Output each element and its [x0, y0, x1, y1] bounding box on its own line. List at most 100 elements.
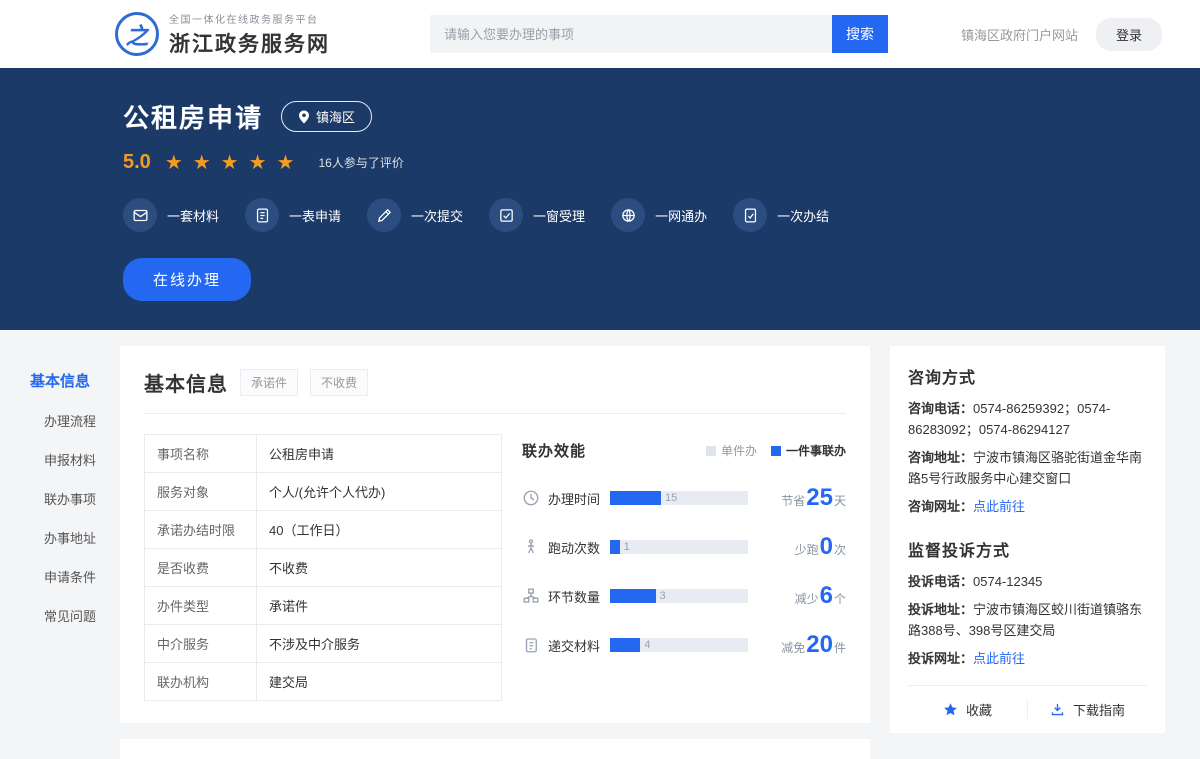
field-label: 投诉地址：	[908, 602, 973, 617]
info-value: 40（工作日）	[257, 511, 502, 549]
info-label: 承诺办结时限	[145, 511, 257, 549]
documents-icon	[522, 636, 540, 654]
info-value: 建交局	[257, 663, 502, 701]
bar-fill	[610, 638, 640, 652]
search-input[interactable]	[430, 15, 832, 53]
divider	[144, 413, 846, 414]
rating-count: 16人参与了评价	[318, 154, 403, 171]
info-value: 个人/(允许个人代办)	[257, 473, 502, 511]
bar-value: 4	[644, 639, 650, 651]
efficiency-row-materials: 递交材料 4 减免20件	[522, 633, 846, 657]
consult-address-row: 咨询地址：宁波市镇海区骆驼街道金华南路5号行政服务中心建交窗口	[908, 447, 1147, 490]
table-row: 中介服务不涉及中介服务	[145, 625, 502, 663]
saving-prefix: 减少	[795, 590, 819, 607]
download-guide-button[interactable]: 下载指南	[1027, 700, 1147, 719]
saving-value: 25	[806, 486, 833, 510]
nav-item-joint-items[interactable]: 联办事项	[30, 489, 100, 508]
content-column: 基本信息 承诺件 不收费 事项名称公租房申请 服务对象个人/(允许个人代办) 承…	[120, 346, 870, 759]
location-pin-icon	[298, 110, 310, 124]
contact-card: 咨询方式 咨询电话：0574-86259392；0574-86283092；05…	[890, 346, 1165, 733]
nav-item-process[interactable]: 办理流程	[30, 411, 100, 430]
badge-promise: 承诺件	[240, 369, 298, 396]
legend-label: 一件事联办	[786, 442, 846, 459]
saving-unit: 次	[834, 541, 846, 558]
efficiency-bar: 4	[610, 638, 748, 652]
rating-score: 5.0	[123, 151, 151, 174]
info-label: 是否收费	[145, 549, 257, 587]
download-icon	[1050, 702, 1065, 717]
bar-fill	[610, 540, 620, 554]
legend-single: 单件办	[706, 442, 757, 459]
saving-text: 减少6个	[795, 584, 846, 608]
star-icon	[943, 702, 958, 717]
efficiency-label: 递交材料	[548, 636, 610, 655]
info-label: 服务对象	[145, 473, 257, 511]
field-value: 0574-12345	[973, 574, 1042, 589]
saving-prefix: 节省	[781, 492, 805, 509]
bar-value: 3	[660, 590, 666, 602]
info-label: 联办机构	[145, 663, 257, 701]
efficiency-bar: 15	[610, 491, 748, 505]
feature-list: 一套材料 一表申请 一次提交 一窗受理 一网通办	[123, 198, 1200, 232]
download-label: 下载指南	[1073, 700, 1125, 719]
efficiency-label: 办理时间	[548, 489, 610, 508]
search-button[interactable]: 搜索	[832, 15, 888, 53]
field-label: 投诉电话：	[908, 574, 973, 589]
table-row: 联办机构建交局	[145, 663, 502, 701]
feature-label: 一次办结	[777, 206, 829, 225]
favorite-button[interactable]: 收藏	[908, 700, 1027, 719]
info-label: 事项名称	[145, 435, 257, 473]
feature-label: 一表申请	[289, 206, 341, 225]
rating-row: 5.0 ★★★★★ 16人参与了评价	[123, 151, 1200, 174]
complaint-title: 监督投诉方式	[908, 537, 1147, 561]
saving-value: 20	[806, 633, 833, 657]
hero-banner: 公租房申请 镇海区 5.0 ★★★★★ 16人参与了评价 一套材料 一表申请	[0, 68, 1200, 330]
saving-unit: 天	[834, 492, 846, 509]
consult-title: 咨询方式	[908, 364, 1147, 388]
portal-link[interactable]: 镇海区政府门户网站	[961, 25, 1078, 44]
complaint-website-link[interactable]: 点此前往	[973, 651, 1025, 666]
login-button[interactable]: 登录	[1096, 18, 1162, 51]
feature-item: 一次办结	[733, 198, 829, 232]
efficiency-label: 跑动次数	[548, 538, 610, 557]
efficiency-row-trips: 跑动次数 1 少跑0次	[522, 535, 846, 559]
consult-website-link[interactable]: 点此前往	[973, 499, 1025, 514]
nav-item-faq[interactable]: 常见问题	[30, 606, 100, 625]
table-row: 服务对象个人/(允许个人代办)	[145, 473, 502, 511]
consult-phone-row: 咨询电话：0574-86259392；0574-86283092；0574-86…	[908, 398, 1147, 441]
basic-info-table: 事项名称公租房申请 服务对象个人/(允许个人代办) 承诺办结时限40（工作日） …	[144, 434, 502, 701]
district-tag: 镇海区	[281, 101, 372, 132]
nodes-icon	[522, 587, 540, 605]
field-label: 咨询电话：	[908, 401, 973, 416]
basic-info-title: 基本信息	[144, 368, 228, 397]
logo-icon: 之	[115, 12, 159, 56]
feature-label: 一窗受理	[533, 206, 585, 225]
info-value: 公租房申请	[257, 435, 502, 473]
info-value: 不收费	[257, 549, 502, 587]
panel-actions: 收藏 下载指南	[908, 685, 1147, 733]
badge-free: 不收费	[310, 369, 368, 396]
right-panel: 咨询方式 咨询电话：0574-86259392；0574-86283092；05…	[890, 346, 1165, 733]
page-title: 公租房申请	[123, 98, 263, 135]
nav-item-address[interactable]: 办事地址	[30, 528, 100, 547]
nav-item-conditions[interactable]: 申请条件	[30, 567, 100, 586]
envelope-icon	[123, 198, 157, 232]
form-icon	[245, 198, 279, 232]
site-logo[interactable]: 之 全国一体化在线政务服务平台 浙江政务服务网	[115, 11, 330, 58]
complaint-phone-row: 投诉电话：0574-12345	[908, 571, 1147, 592]
nav-item-basic-info[interactable]: 基本信息	[30, 370, 100, 391]
bar-fill	[610, 491, 661, 505]
section-nav: 基本信息 办理流程 申报材料 联办事项 办事地址 申请条件 常见问题	[30, 346, 100, 645]
saving-text: 节省25天	[781, 486, 846, 510]
info-label: 办件类型	[145, 587, 257, 625]
legend-swatch-blue	[771, 446, 781, 456]
feature-label: 一次提交	[411, 206, 463, 225]
walking-person-icon	[522, 538, 540, 556]
field-label: 投诉网址：	[908, 651, 973, 666]
nav-item-materials[interactable]: 申报材料	[30, 450, 100, 469]
complaint-address-row: 投诉地址：宁波市镇海区蛟川街道镇骆东路388号、398号区建交局	[908, 599, 1147, 642]
legend-label: 单件办	[721, 442, 757, 459]
online-apply-button[interactable]: 在线办理	[123, 258, 251, 301]
legend-joint: 一件事联办	[771, 442, 846, 459]
document-check-icon	[733, 198, 767, 232]
